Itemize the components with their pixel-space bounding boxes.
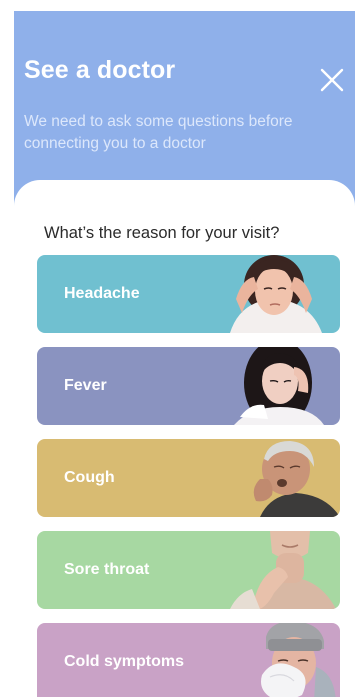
headache-photo: [230, 255, 322, 333]
reason-card-headache[interactable]: Headache: [37, 255, 340, 333]
reason-card-sore-throat[interactable]: Sore throat: [37, 531, 340, 609]
cough-photo: [253, 441, 340, 517]
cold-symptoms-photo: [261, 623, 336, 697]
visit-reason-question: What’s the reason for your visit?: [44, 224, 280, 242]
reason-card-cold-symptoms[interactable]: Cold symptoms: [37, 623, 340, 697]
reason-card-cough[interactable]: Cough: [37, 439, 340, 517]
reason-label: Fever: [64, 377, 107, 394]
sore-throat-photo: [230, 531, 336, 609]
reason-label: Cold symptoms: [64, 653, 185, 670]
page-subtitle: We need to ask some questions before con…: [24, 113, 293, 152]
reason-label: Sore throat: [64, 561, 150, 578]
reason-card-fever[interactable]: Fever: [37, 347, 340, 425]
page-title: See a doctor: [24, 56, 176, 84]
status-bar-area: [0, 0, 355, 11]
close-icon[interactable]: [318, 66, 346, 94]
fever-photo: [234, 347, 324, 425]
reason-label: Headache: [64, 285, 140, 302]
reason-label: Cough: [64, 469, 115, 486]
